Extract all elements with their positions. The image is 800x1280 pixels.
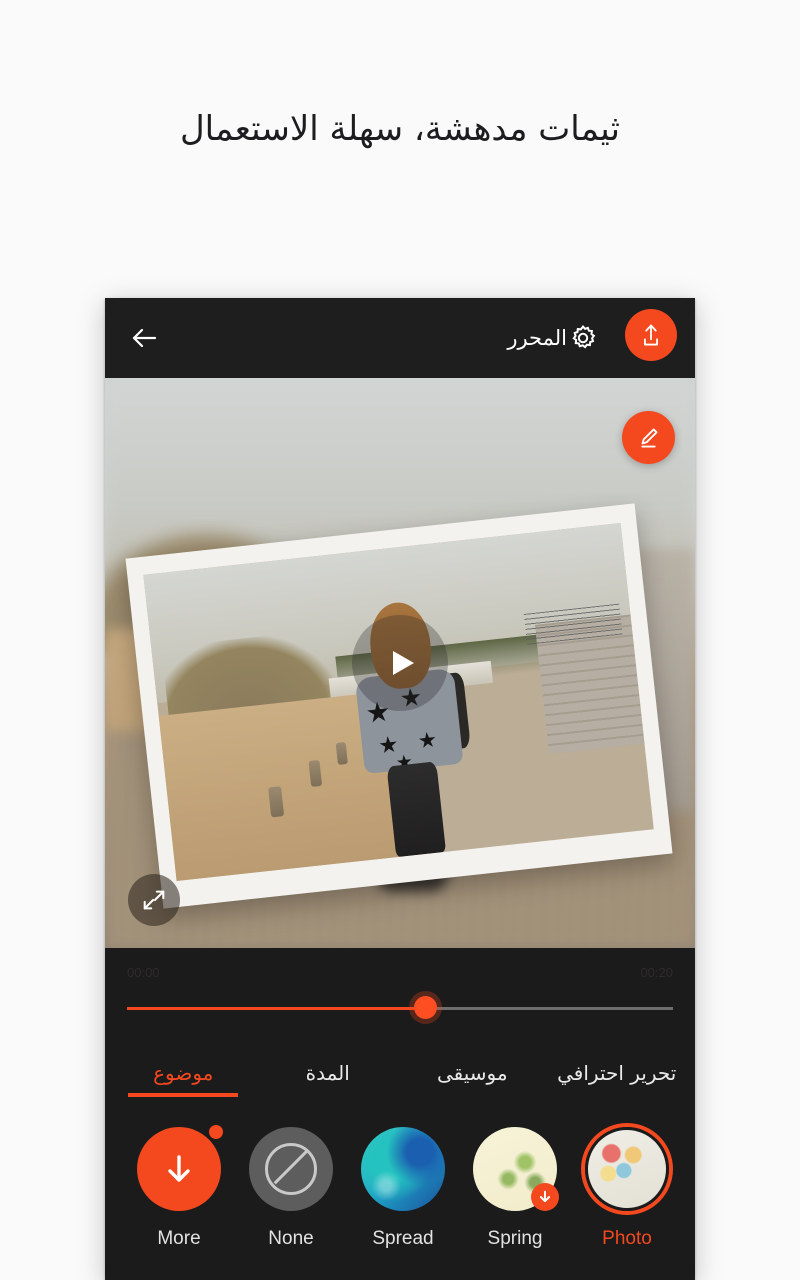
no-theme-icon — [265, 1143, 317, 1195]
tab-theme[interactable]: موضوع — [111, 1061, 256, 1097]
theme-item-none[interactable]: None — [235, 1127, 347, 1250]
tab-duration[interactable]: المدة — [256, 1061, 401, 1097]
start-time-label: 00:00 — [127, 965, 160, 980]
editor-tabs: موضوع المدة موسيقى تحرير احترافي — [105, 1033, 695, 1097]
page-title: المحرر — [507, 326, 567, 350]
fullscreen-expand-icon[interactable] — [128, 874, 180, 926]
new-badge-dot — [209, 1125, 223, 1139]
theme-label-spread: Spread — [372, 1228, 434, 1249]
promo-headline: ثيمات مدهشة، سهلة الاستعمال — [179, 109, 621, 149]
theme-label-more: More — [157, 1228, 201, 1249]
app-bar: المحرر — [105, 298, 695, 378]
progress-slider[interactable] — [127, 996, 673, 1019]
theme-strip[interactable]: More None Spread Spring Photo — [105, 1097, 695, 1280]
theme-label-spring: Spring — [487, 1228, 543, 1249]
theme-thumb-spread[interactable] — [361, 1127, 445, 1211]
theme-thumb-spring[interactable] — [473, 1127, 559, 1211]
tab-pro-editing-label: تحرير احترافي — [557, 1061, 677, 1085]
theme-thumb-more[interactable] — [137, 1125, 223, 1211]
share-button[interactable] — [625, 309, 677, 361]
theme-label-none: None — [268, 1228, 314, 1249]
theme-thumb-photo[interactable] — [585, 1127, 669, 1211]
gear-icon[interactable] — [567, 322, 599, 354]
theme-item-photo[interactable]: Photo — [571, 1127, 683, 1250]
pencil-edit-icon[interactable] — [622, 411, 675, 464]
slider-thumb[interactable] — [413, 996, 437, 1019]
theme-item-more[interactable]: More — [123, 1125, 235, 1250]
tab-duration-label: المدة — [305, 1061, 350, 1085]
time-labels: 00:00 00:20 — [127, 948, 673, 980]
back-arrow-icon[interactable] — [127, 321, 161, 355]
theme-label-photo: Photo — [602, 1228, 652, 1249]
tab-pro-editing[interactable]: تحرير احترافي — [545, 1061, 690, 1097]
download-arrow-icon — [168, 1155, 190, 1182]
tab-theme-label: موضوع — [153, 1061, 214, 1085]
tab-music[interactable]: موسيقى — [400, 1061, 545, 1097]
play-icon[interactable] — [352, 615, 448, 711]
theme-item-spring[interactable]: Spring — [459, 1127, 571, 1250]
slider-fill — [127, 1007, 425, 1010]
end-time-label: 00:20 — [640, 965, 673, 980]
video-preview-canvas[interactable] — [105, 378, 695, 948]
theme-item-spread[interactable]: Spread — [347, 1127, 459, 1250]
download-badge[interactable] — [531, 1183, 559, 1211]
timeline-scrubber[interactable]: 00:00 00:20 — [105, 948, 695, 1033]
app-screenshot-panel: المحرر 00:00 00:20 موضوع المدة موسيقى تح… — [105, 298, 695, 1280]
tab-music-label: موسيقى — [436, 1061, 508, 1085]
theme-thumb-none[interactable] — [249, 1127, 333, 1211]
download-arrow-icon — [539, 1190, 551, 1203]
